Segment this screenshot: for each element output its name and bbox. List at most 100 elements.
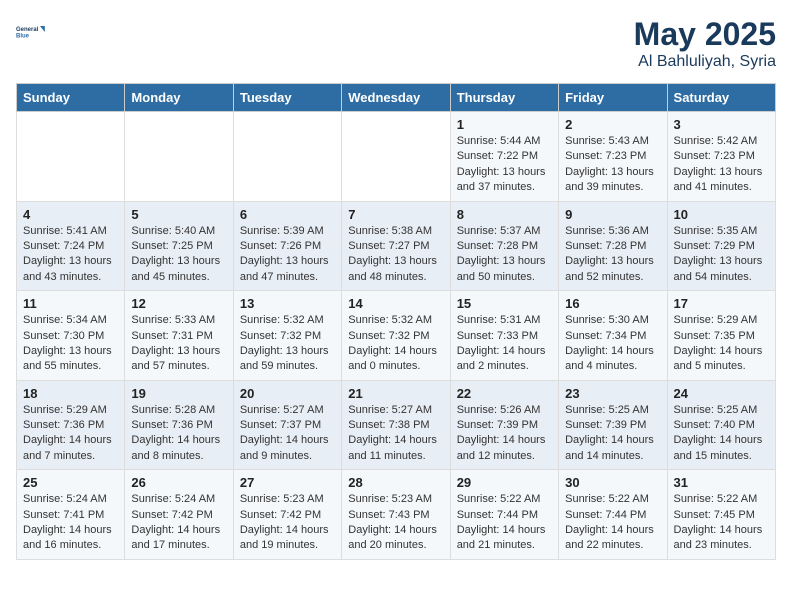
calendar-cell: 28 Sunrise: 5:23 AM Sunset: 7:43 PM Dayli… — [342, 470, 450, 560]
week-row-5: 25 Sunrise: 5:24 AM Sunset: 7:41 PM Dayli… — [17, 470, 776, 560]
day-number: 29 — [457, 475, 552, 490]
cell-info: Sunrise: 5:44 AM Sunset: 7:22 PM Dayligh… — [457, 134, 552, 196]
calendar-cell: 6 Sunrise: 5:39 AM Sunset: 7:26 PM Daylig… — [233, 201, 341, 291]
calendar-cell: 11 Sunrise: 5:34 AM Sunset: 7:30 PM Dayli… — [17, 291, 125, 381]
day-number: 31 — [674, 475, 769, 490]
calendar-cell: 24 Sunrise: 5:25 AM Sunset: 7:40 PM Dayli… — [667, 380, 775, 470]
header-sunday: Sunday — [17, 84, 125, 112]
calendar-cell: 22Sunrise: 5:26 AM Sunset: 7:39 PM Dayli… — [450, 380, 558, 470]
calendar-cell — [125, 112, 233, 202]
day-number: 2 — [565, 117, 660, 132]
cell-info: Sunrise: 5:22 AM Sunset: 7:44 PM Dayligh… — [457, 492, 552, 554]
day-number: 21 — [348, 386, 443, 401]
day-number: 25 — [23, 475, 118, 490]
cell-info: Sunrise: 5:42 AM Sunset: 7:23 PM Dayligh… — [674, 134, 769, 196]
day-number: 1 — [457, 117, 552, 132]
cell-info: Sunrise: 5:29 AM Sunset: 7:35 PM Dayligh… — [674, 313, 769, 375]
day-number: 28 — [348, 475, 443, 490]
cell-info: Sunrise: 5:23 AM Sunset: 7:42 PM Dayligh… — [240, 492, 335, 554]
calendar-cell: 13Sunrise: 5:32 AM Sunset: 7:32 PM Dayli… — [233, 291, 341, 381]
day-number: 7 — [348, 207, 443, 222]
calendar-cell: 3 Sunrise: 5:42 AM Sunset: 7:23 PM Daylig… — [667, 112, 775, 202]
calendar-cell: 31Sunrise: 5:22 AM Sunset: 7:45 PM Dayli… — [667, 470, 775, 560]
day-number: 30 — [565, 475, 660, 490]
cell-info: Sunrise: 5:30 AM Sunset: 7:34 PM Dayligh… — [565, 313, 660, 375]
calendar-cell: 9 Sunrise: 5:36 AM Sunset: 7:28 PM Daylig… — [559, 201, 667, 291]
calendar-cell: 10 Sunrise: 5:35 AM Sunset: 7:29 PM Dayli… — [667, 201, 775, 291]
cell-info: Sunrise: 5:29 AM Sunset: 7:36 PM Dayligh… — [23, 403, 118, 465]
cell-info: Sunrise: 5:27 AM Sunset: 7:37 PM Dayligh… — [240, 403, 335, 465]
calendar-cell — [17, 112, 125, 202]
location-title: Al Bahluliyah, Syria — [634, 53, 776, 71]
title-block: May 2025 Al Bahluliyah, Syria — [634, 16, 776, 71]
cell-info: Sunrise: 5:24 AM Sunset: 7:41 PM Dayligh… — [23, 492, 118, 554]
day-number: 12 — [131, 296, 226, 311]
cell-info: Sunrise: 5:24 AM Sunset: 7:42 PM Dayligh… — [131, 492, 226, 554]
calendar-cell: 16 Sunrise: 5:30 AM Sunset: 7:34 PM Dayli… — [559, 291, 667, 381]
day-number: 18 — [23, 386, 118, 401]
calendar-cell: 23 Sunrise: 5:25 AM Sunset: 7:39 PM Dayli… — [559, 380, 667, 470]
cell-info: Sunrise: 5:34 AM Sunset: 7:30 PM Dayligh… — [23, 313, 118, 375]
cell-info: Sunrise: 5:37 AM Sunset: 7:28 PM Dayligh… — [457, 224, 552, 286]
calendar-cell: 8 Sunrise: 5:37 AM Sunset: 7:28 PM Daylig… — [450, 201, 558, 291]
header-thursday: Thursday — [450, 84, 558, 112]
day-number: 6 — [240, 207, 335, 222]
cell-info: Sunrise: 5:41 AM Sunset: 7:24 PM Dayligh… — [23, 224, 118, 286]
day-number: 9 — [565, 207, 660, 222]
cell-info: Sunrise: 5:39 AM Sunset: 7:26 PM Dayligh… — [240, 224, 335, 286]
calendar-cell — [233, 112, 341, 202]
week-row-4: 18 Sunrise: 5:29 AM Sunset: 7:36 PM Dayli… — [17, 380, 776, 470]
cell-info: Sunrise: 5:35 AM Sunset: 7:29 PM Dayligh… — [674, 224, 769, 286]
logo: GeneralBlue — [16, 16, 52, 48]
cell-info: Sunrise: 5:27 AM Sunset: 7:38 PM Dayligh… — [348, 403, 443, 465]
day-number: 17 — [674, 296, 769, 311]
svg-text:Blue: Blue — [16, 34, 30, 40]
day-number: 4 — [23, 207, 118, 222]
day-number: 27 — [240, 475, 335, 490]
week-row-2: 4 Sunrise: 5:41 AM Sunset: 7:24 PM Daylig… — [17, 201, 776, 291]
day-number: 19 — [131, 386, 226, 401]
calendar-cell: 1 Sunrise: 5:44 AM Sunset: 7:22 PM Daylig… — [450, 112, 558, 202]
calendar-cell: 14 Sunrise: 5:32 AM Sunset: 7:32 PM Dayli… — [342, 291, 450, 381]
cell-info: Sunrise: 5:32 AM Sunset: 7:32 PM Dayligh… — [348, 313, 443, 375]
cell-info: Sunrise: 5:25 AM Sunset: 7:39 PM Dayligh… — [565, 403, 660, 465]
calendar-header-row: SundayMondayTuesdayWednesdayThursdayFrid… — [17, 84, 776, 112]
day-number: 8 — [457, 207, 552, 222]
week-row-3: 11 Sunrise: 5:34 AM Sunset: 7:30 PM Dayli… — [17, 291, 776, 381]
calendar-cell: 18 Sunrise: 5:29 AM Sunset: 7:36 PM Dayli… — [17, 380, 125, 470]
day-number: 11 — [23, 296, 118, 311]
calendar-cell: 20 Sunrise: 5:27 AM Sunset: 7:37 PM Dayli… — [233, 380, 341, 470]
calendar-cell: 19Sunrise: 5:28 AM Sunset: 7:36 PM Dayli… — [125, 380, 233, 470]
cell-info: Sunrise: 5:43 AM Sunset: 7:23 PM Dayligh… — [565, 134, 660, 196]
calendar-cell: 21 Sunrise: 5:27 AM Sunset: 7:38 PM Dayli… — [342, 380, 450, 470]
day-number: 3 — [674, 117, 769, 132]
day-number: 15 — [457, 296, 552, 311]
calendar-cell: 25 Sunrise: 5:24 AM Sunset: 7:41 PM Dayli… — [17, 470, 125, 560]
header-wednesday: Wednesday — [342, 84, 450, 112]
header-monday: Monday — [125, 84, 233, 112]
header-saturday: Saturday — [667, 84, 775, 112]
day-number: 5 — [131, 207, 226, 222]
cell-info: Sunrise: 5:36 AM Sunset: 7:28 PM Dayligh… — [565, 224, 660, 286]
day-number: 20 — [240, 386, 335, 401]
svg-text:General: General — [16, 27, 39, 33]
day-number: 26 — [131, 475, 226, 490]
day-number: 13 — [240, 296, 335, 311]
week-row-1: 1 Sunrise: 5:44 AM Sunset: 7:22 PM Daylig… — [17, 112, 776, 202]
cell-info: Sunrise: 5:23 AM Sunset: 7:43 PM Dayligh… — [348, 492, 443, 554]
cell-info: Sunrise: 5:40 AM Sunset: 7:25 PM Dayligh… — [131, 224, 226, 286]
page-header: GeneralBlue May 2025 Al Bahluliyah, Syri… — [16, 16, 776, 71]
calendar-cell: 7Sunrise: 5:38 AM Sunset: 7:27 PM Daylig… — [342, 201, 450, 291]
day-number: 24 — [674, 386, 769, 401]
calendar-cell: 2 Sunrise: 5:43 AM Sunset: 7:23 PM Daylig… — [559, 112, 667, 202]
day-number: 23 — [565, 386, 660, 401]
cell-info: Sunrise: 5:25 AM Sunset: 7:40 PM Dayligh… — [674, 403, 769, 465]
calendar-cell: 29 Sunrise: 5:22 AM Sunset: 7:44 PM Dayli… — [450, 470, 558, 560]
day-number: 10 — [674, 207, 769, 222]
day-number: 16 — [565, 296, 660, 311]
calendar-cell: 27 Sunrise: 5:23 AM Sunset: 7:42 PM Dayli… — [233, 470, 341, 560]
calendar-cell: 4 Sunrise: 5:41 AM Sunset: 7:24 PM Daylig… — [17, 201, 125, 291]
header-friday: Friday — [559, 84, 667, 112]
cell-info: Sunrise: 5:31 AM Sunset: 7:33 PM Dayligh… — [457, 313, 552, 375]
day-number: 14 — [348, 296, 443, 311]
